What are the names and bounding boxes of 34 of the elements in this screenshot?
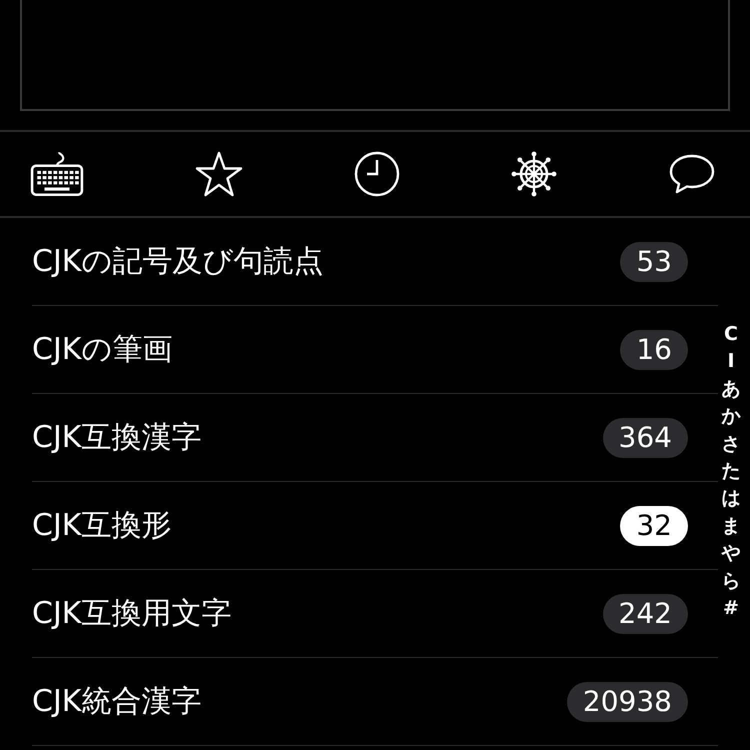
count-badge: 32 xyxy=(620,506,688,546)
count-badge: 364 xyxy=(602,418,688,458)
index-letter[interactable]: I xyxy=(727,348,735,376)
row-label: CJK互換用文字 xyxy=(32,595,232,633)
count-badge: 16 xyxy=(620,330,688,370)
star-icon[interactable] xyxy=(195,151,243,197)
row-label: CJKの筆画 xyxy=(32,331,172,369)
count-badge: 20938 xyxy=(566,682,688,722)
count-badge: 242 xyxy=(602,594,688,634)
index-letter[interactable]: は xyxy=(722,485,740,513)
index-letter[interactable]: ら xyxy=(722,568,740,596)
speech-bubble-icon[interactable] xyxy=(668,153,716,195)
index-letter[interactable]: ま xyxy=(722,512,740,540)
index-letter[interactable]: さ xyxy=(722,430,740,458)
list-row[interactable]: CJK互換漢字 364 xyxy=(32,394,718,482)
index-letter[interactable]: # xyxy=(723,595,739,622)
list-row[interactable]: CJK互換形 32 xyxy=(32,482,718,570)
index-letter[interactable]: や xyxy=(722,540,740,568)
list-row[interactable]: CJKの筆画 16 xyxy=(32,306,718,394)
clock-icon[interactable] xyxy=(354,151,400,197)
keyboard-icon[interactable] xyxy=(30,151,84,197)
list-row[interactable]: CJK統合漢字 20938 xyxy=(32,658,718,746)
list-row[interactable]: CJK互換用文字 242 xyxy=(32,570,718,658)
list-row[interactable]: CJKの記号及び句読点 53 xyxy=(32,218,718,306)
count-badge: 53 xyxy=(620,242,688,282)
index-letter[interactable]: か xyxy=(722,403,740,431)
row-label: CJK統合漢字 xyxy=(32,683,202,721)
row-label: CJK互換形 xyxy=(32,507,172,545)
index-letter[interactable]: た xyxy=(722,458,740,486)
row-label: CJK互換漢字 xyxy=(32,419,202,457)
index-letter[interactable]: C xyxy=(724,321,738,348)
index-letter[interactable]: あ xyxy=(722,376,740,404)
ship-wheel-icon[interactable] xyxy=(511,151,557,197)
row-label: CJKの記号及び句読点 xyxy=(32,243,324,281)
